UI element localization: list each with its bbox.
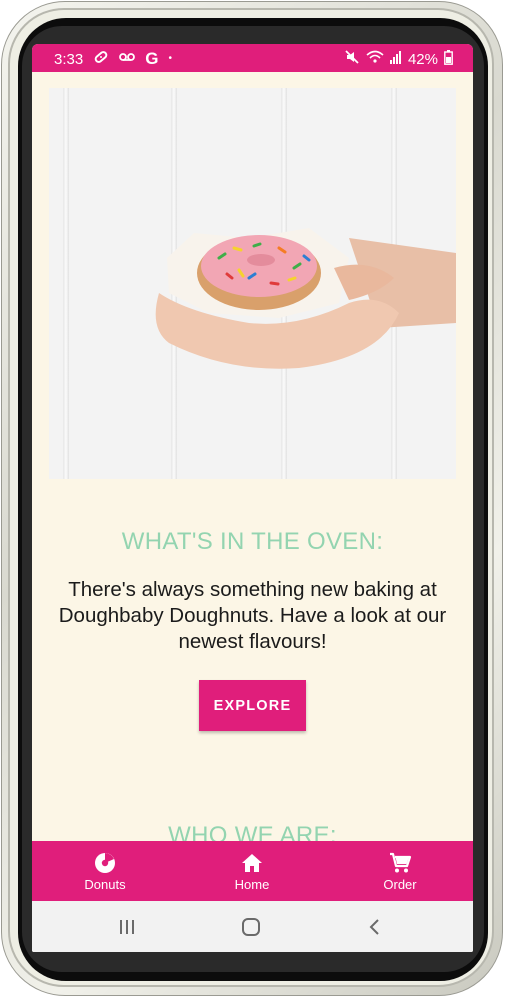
oven-section-text: There's always something new baking at D… xyxy=(58,578,447,653)
wifi-icon xyxy=(366,50,384,68)
app-screen: 3:33 G • 42% WHAT'S IN THE OVEN: There's… xyxy=(32,44,473,952)
signal-icon xyxy=(389,50,402,68)
nav-label-order: Order xyxy=(383,877,417,892)
recent-apps-icon[interactable] xyxy=(115,915,139,939)
nav-label-donuts: Donuts xyxy=(84,877,126,892)
nav-item-order[interactable]: Order xyxy=(340,841,460,901)
hero-image xyxy=(49,88,456,479)
status-bar: 3:33 G • 42% xyxy=(32,44,473,72)
dot-icon: • xyxy=(168,53,172,64)
nav-item-home[interactable]: Home xyxy=(192,841,312,901)
nav-item-donuts[interactable]: Donuts xyxy=(45,841,165,901)
system-navigation-bar xyxy=(32,901,473,952)
battery-percent: 42% xyxy=(407,50,438,68)
voicemail-icon xyxy=(119,51,136,67)
home-icon xyxy=(240,851,264,875)
explore-button[interactable]: EXPLORE xyxy=(199,680,306,731)
status-time: 3:33 xyxy=(54,50,84,68)
donut-hand-illustration xyxy=(155,228,456,369)
nav-label-home: Home xyxy=(234,877,270,892)
battery-icon xyxy=(444,49,453,69)
google-icon: G xyxy=(145,49,159,68)
back-icon[interactable] xyxy=(362,915,386,939)
bandage-icon xyxy=(93,49,109,69)
bottom-navigation: Donuts Home Order xyxy=(32,841,473,901)
donut-icon xyxy=(93,851,117,875)
home-button-icon[interactable] xyxy=(239,915,263,939)
cart-icon xyxy=(388,851,412,875)
oven-section-title: WHAT'S IN THE OVEN: xyxy=(121,528,384,555)
mute-icon xyxy=(344,49,360,69)
